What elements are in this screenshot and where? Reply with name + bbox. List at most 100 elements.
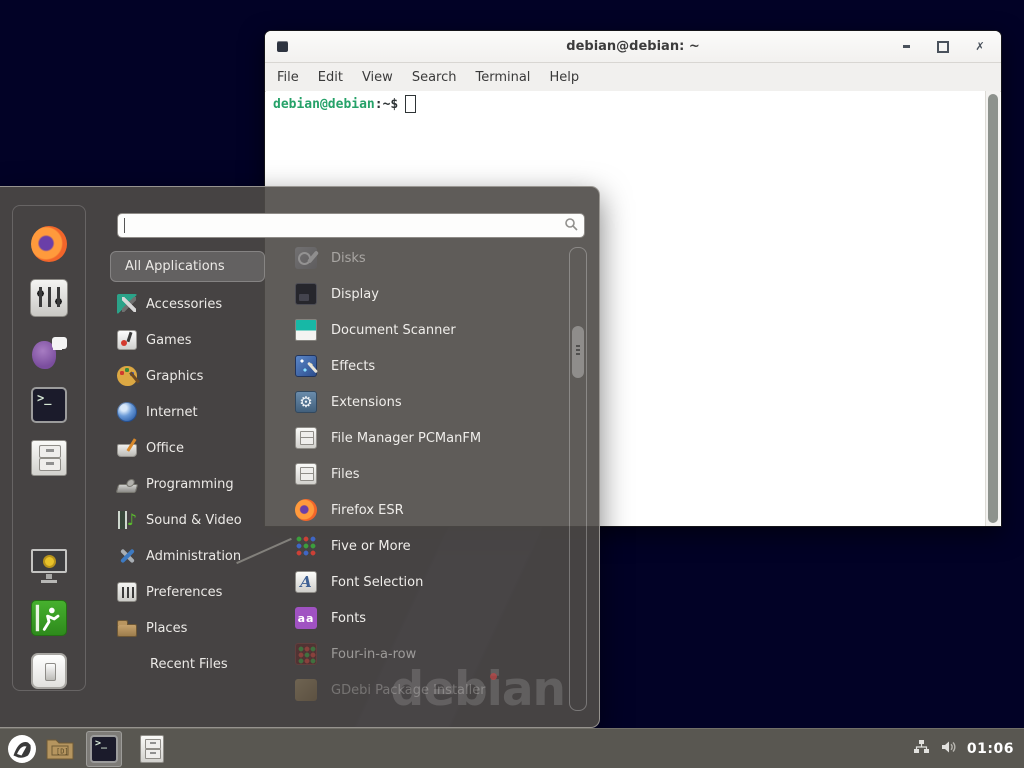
favorites-panel [12,205,86,691]
category-office[interactable]: Office [110,430,265,466]
app-label: Effects [331,359,375,374]
pidgin-icon[interactable] [31,334,67,370]
terminal-icon[interactable] [31,387,67,423]
disks-icon [295,247,317,269]
category-places[interactable]: Places [110,610,265,646]
terminal-menu-terminal[interactable]: Terminal [475,70,530,85]
application-list: Disks Display Document Scanner Effects Exten… [283,240,567,708]
font-selection-icon [295,571,317,593]
terminal-menubar: File Edit View Search Terminal Help [265,63,1001,92]
accessories-icon [117,294,137,314]
app-effects[interactable]: Effects [283,348,567,384]
fonts-icon [295,607,317,629]
app-label: Four-in-a-row [331,647,416,662]
games-icon [117,330,137,350]
menu-button[interactable] [4,731,40,767]
app-firefox-esr[interactable]: Firefox ESR [283,492,567,528]
terminal-menu-help[interactable]: Help [549,70,579,85]
search-box[interactable] [117,213,585,238]
app-extensions[interactable]: Extensions [283,384,567,420]
file-manager-launcher[interactable]: [D] [42,731,78,767]
app-label: File Manager PCManFM [331,431,481,446]
programming-icon [116,484,139,493]
app-gdebi-package-installer[interactable]: GDebi Package Installer [283,672,567,708]
window-button-files[interactable] [134,731,170,767]
settings-icon[interactable] [30,279,68,317]
terminal-scrollbar-thumb[interactable] [988,94,998,523]
terminal-menu-search[interactable]: Search [412,70,457,85]
logout-icon[interactable] [31,600,67,636]
terminal-window-icon [277,41,288,52]
app-five-or-more[interactable]: Five or More [283,528,567,564]
app-disks[interactable]: Disks [283,240,567,276]
app-document-scanner[interactable]: Document Scanner [283,312,567,348]
search-icon [564,216,578,235]
category-all-applications[interactable]: All Applications [110,251,265,282]
terminal-icon [90,735,118,763]
app-label: Font Selection [331,575,423,590]
shutdown-icon[interactable] [31,653,67,689]
soundvideo-icon [117,510,137,530]
category-administration[interactable]: Administration [110,538,265,574]
app-label: Extensions [331,395,402,410]
close-button[interactable]: ✗ [973,40,987,54]
svg-text:[D]: [D] [56,747,69,755]
terminal-titlebar[interactable]: debian@debian: ~ ✗ [265,31,1001,63]
terminal-scrollbar[interactable] [985,91,1000,526]
category-accessories[interactable]: Accessories [110,286,265,322]
folder-icon: [D] [45,736,75,762]
five-or-more-icon [295,535,317,557]
cabinet-s-icon [295,463,317,485]
app-label: Fonts [331,611,366,626]
category-label: Recent Files [150,657,228,672]
menu-logo-icon [7,734,37,764]
minimize-button[interactable] [899,40,913,54]
app-files[interactable]: Files [283,456,567,492]
category-label: Preferences [146,585,222,600]
taskbar: [D] 01:06 [0,728,1024,768]
category-sound-video[interactable]: Sound & Video [110,502,265,538]
terminal-menu-file[interactable]: File [277,70,299,85]
terminal-menu-edit[interactable]: Edit [318,70,343,85]
category-games[interactable]: Games [110,322,265,358]
file-cabinet-icon [140,735,164,763]
menu-scrollbar[interactable] [569,247,587,711]
category-preferences[interactable]: Preferences [110,574,265,610]
display-icon [295,283,317,305]
app-four-in-a-row[interactable]: Four-in-a-row [283,636,567,672]
clock[interactable]: 01:06 [967,741,1014,757]
window-button-terminal[interactable] [86,731,122,767]
prompt-suffix: :~$ [375,97,398,112]
menu-scrollbar-thumb[interactable] [572,326,584,378]
terminal-cursor [405,95,416,113]
app-font-selection[interactable]: Font Selection [283,564,567,600]
system-tray: 01:06 [913,739,1024,759]
app-display[interactable]: Display [283,276,567,312]
app-label: Document Scanner [331,323,456,338]
cabinet-icon[interactable] [31,440,67,476]
terminal-menu-view[interactable]: View [362,70,393,85]
category-label: All Applications [125,259,225,274]
places-icon [117,624,137,637]
firefox-icon[interactable] [31,226,67,262]
volume-icon[interactable] [940,739,957,759]
network-icon[interactable] [913,739,930,759]
app-label: Display [331,287,379,302]
maximize-button[interactable] [936,40,950,54]
category-graphics[interactable]: Graphics [110,358,265,394]
category-label: Games [146,333,191,348]
category-label: Administration [146,549,241,564]
category-label: Programming [146,477,234,492]
category-recent-files[interactable]: Recent Files [110,646,265,682]
administration-icon [117,546,137,566]
app-fonts[interactable]: Fonts [283,600,567,636]
app-file-manager-pcmanfm[interactable]: File Manager PCManFM [283,420,567,456]
document-scanner-icon [295,319,317,341]
category-internet[interactable]: Internet [110,394,265,430]
internet-icon [117,402,137,422]
category-programming[interactable]: Programming [110,466,265,502]
category-label: Places [146,621,187,636]
lockscreen-icon[interactable] [31,547,67,583]
preferences-icon [117,582,137,602]
terminal-prompt: debian@debian:~$ [273,95,416,113]
